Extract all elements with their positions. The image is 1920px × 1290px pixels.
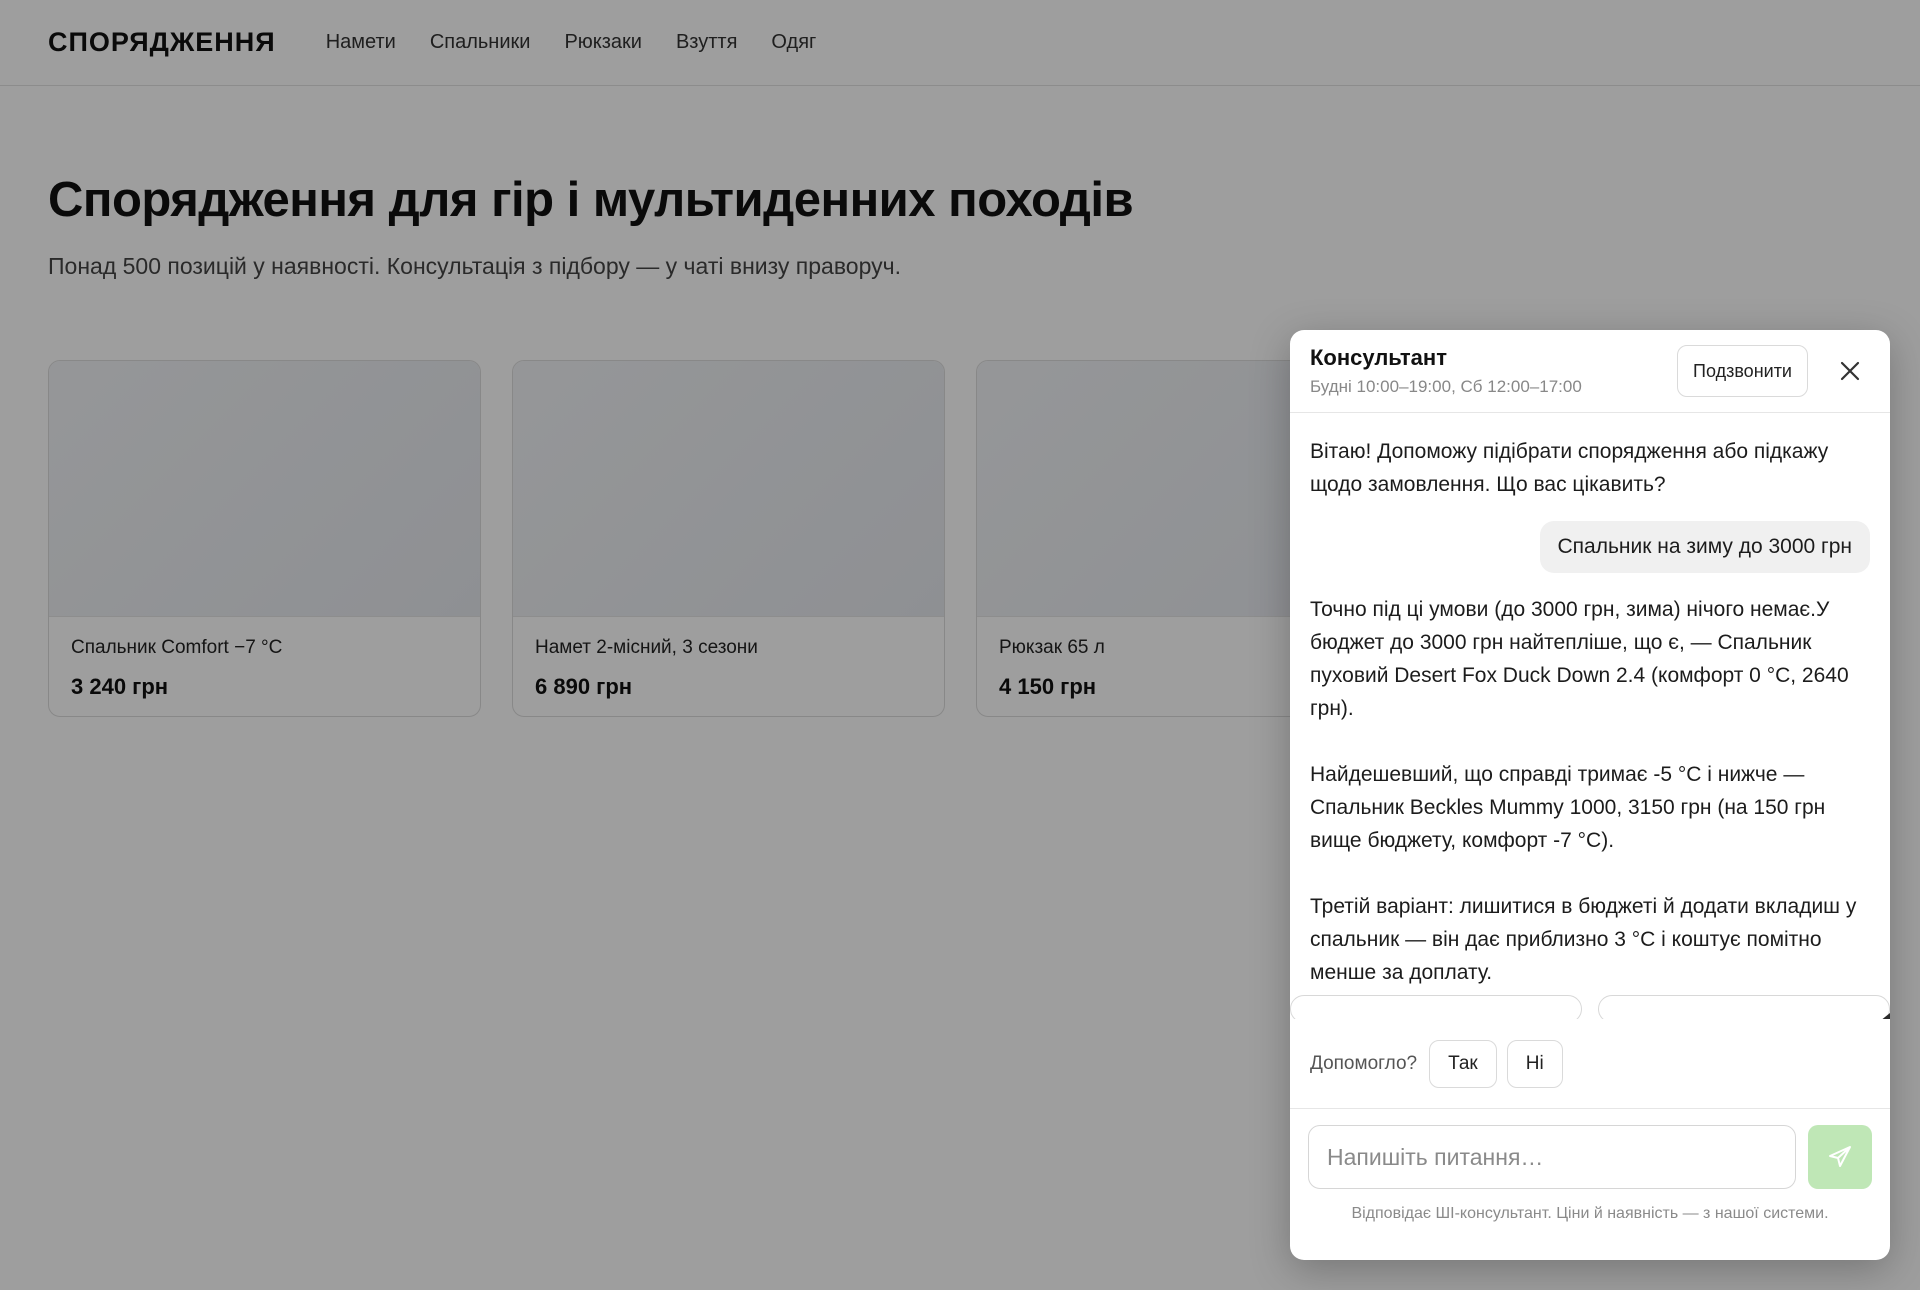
chat-disclaimer: Відповідає ШІ-консультант. Ціни й наявні… bbox=[1351, 1205, 1829, 1222]
send-button[interactable] bbox=[1808, 1125, 1872, 1189]
chat-title: Консультант bbox=[1310, 345, 1447, 370]
feedback-no-button[interactable]: Ні bbox=[1506, 1039, 1563, 1088]
close-button[interactable] bbox=[1830, 351, 1870, 391]
suggestion-row bbox=[1290, 995, 1890, 1019]
suggestion-chip[interactable] bbox=[1290, 995, 1582, 1019]
chat-hours: Будні 10:00–19:00, Сб 12:00–17:00 bbox=[1310, 377, 1582, 396]
chat-header: Консультант Будні 10:00–19:00, Сб 12:00–… bbox=[1290, 330, 1890, 413]
chat-panel: Консультант Будні 10:00–19:00, Сб 12:00–… bbox=[1290, 330, 1890, 1260]
close-icon bbox=[1840, 361, 1860, 381]
chat-input-row bbox=[1290, 1109, 1890, 1189]
resize-handle[interactable] bbox=[1860, 1013, 1890, 1019]
chat-messages[interactable]: Вітаю! Допоможу підібрати спорядження аб… bbox=[1290, 413, 1890, 1019]
user-message: Спальник на зиму до 3000 грн bbox=[1539, 521, 1870, 573]
call-button[interactable]: Подзвонити bbox=[1677, 345, 1808, 397]
bot-message: Вітаю! Допоможу підібрати спорядження аб… bbox=[1310, 440, 1829, 496]
feedback-yes-button[interactable]: Так bbox=[1429, 1039, 1497, 1088]
bot-message: Найдешевший, що справді тримає -5 °C і н… bbox=[1310, 763, 1826, 852]
suggestion-chip[interactable] bbox=[1598, 995, 1890, 1019]
chat-input[interactable] bbox=[1308, 1125, 1796, 1189]
feedback-label: Допомогло? bbox=[1310, 1052, 1418, 1074]
send-icon bbox=[1829, 1146, 1851, 1167]
feedback-row: Допомогло? Так Ні bbox=[1290, 1019, 1890, 1109]
bot-message: Точно під ці умови (до 3000 грн, зима) н… bbox=[1310, 598, 1849, 720]
bot-message: Третій варіант: лишитися в бюджеті й дод… bbox=[1310, 895, 1857, 984]
